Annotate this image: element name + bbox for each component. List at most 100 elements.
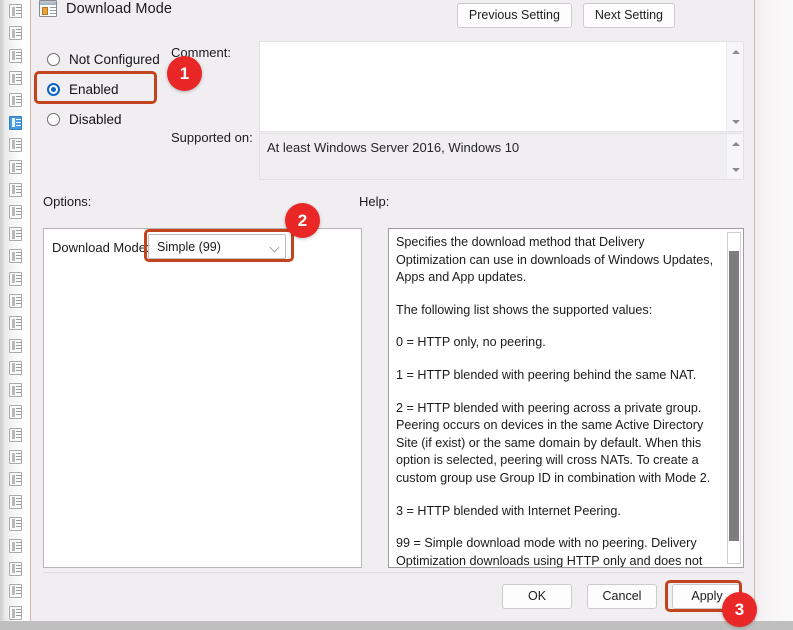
annotation-badge-3: 3 (722, 592, 757, 627)
policy-tree-item[interactable] (0, 334, 30, 356)
policy-list-icon (9, 360, 22, 375)
policy-list-icon (9, 494, 22, 509)
comment-scrollbar[interactable] (726, 42, 743, 131)
policy-list-icon (9, 160, 22, 175)
help-paragraph: 99 = Simple download mode with no peerin… (396, 536, 703, 568)
policy-tree-item[interactable] (0, 513, 30, 535)
radio-option-disabled[interactable]: Disabled (43, 109, 160, 130)
supported-on-field[interactable]: At least Windows Server 2016, Windows 10 (259, 133, 744, 180)
policy-tree-item[interactable] (0, 401, 30, 423)
policy-list-icon (9, 182, 22, 197)
supported-on-label: Supported on: (171, 130, 253, 145)
policy-tree-item[interactable] (0, 156, 30, 178)
radio-option-label: Disabled (69, 112, 122, 127)
scroll-up-icon[interactable] (727, 44, 744, 59)
policy-tree-item[interactable] (0, 379, 30, 401)
download-mode-value: Simple (99) (157, 239, 221, 254)
dialog-title-row: Download Mode (39, 0, 172, 17)
help-panel: Specifies the download method that Deliv… (388, 228, 744, 568)
previous-setting-button[interactable]: Previous Setting (456, 3, 572, 28)
radio-unchecked-icon[interactable] (47, 53, 60, 66)
policy-list-icon (9, 383, 22, 398)
policy-tree-item[interactable] (0, 245, 30, 267)
policy-list-icon (9, 539, 22, 554)
help-paragraph: The following list shows the supported v… (396, 302, 653, 317)
policy-list-icon (9, 48, 22, 63)
policy-list-icon (9, 472, 22, 487)
policy-state-radio-group[interactable]: Not Configured Enabled Disabled (43, 49, 160, 139)
next-setting-button[interactable]: Next Setting (582, 3, 675, 28)
policy-tree-item[interactable] (0, 535, 30, 557)
policy-list-icon (9, 227, 22, 242)
policy-tree-item[interactable] (0, 491, 30, 513)
policy-list-icon (9, 137, 22, 152)
policy-list-icon (9, 26, 22, 41)
scroll-down-icon[interactable] (727, 162, 744, 177)
help-paragraph: Specifies the download method that Deliv… (396, 235, 714, 285)
ok-button[interactable]: OK (502, 584, 572, 609)
policy-list-icon (9, 316, 22, 331)
policy-tree-item[interactable] (0, 67, 30, 89)
options-panel: Download Mode: Simple (99) (43, 228, 362, 568)
download-mode-select[interactable]: Simple (99) (148, 234, 286, 259)
policy-tree-item[interactable] (0, 424, 30, 446)
policy-tree-item[interactable] (0, 357, 30, 379)
help-paragraph: 3 = HTTP blended with Internet Peering. (396, 503, 621, 518)
policy-tree-item[interactable] (0, 201, 30, 223)
supported-scrollbar[interactable] (726, 134, 743, 179)
policy-tree-item[interactable] (0, 580, 30, 602)
help-scrollbar-thumb[interactable] (729, 251, 739, 541)
page-title: Download Mode (66, 0, 173, 17)
policy-tree-sidebar[interactable] (0, 0, 30, 621)
radio-option-not-configured[interactable]: Not Configured (43, 49, 160, 70)
policy-list-icon (9, 93, 22, 108)
policy-tree-item[interactable] (0, 602, 30, 621)
comment-input[interactable] (259, 41, 744, 132)
cancel-button[interactable]: Cancel (587, 584, 657, 609)
screenshot-root: Download Mode Previous Setting Next Sett… (0, 0, 793, 630)
policy-list-icon (9, 516, 22, 531)
download-mode-dialog: Download Mode Previous Setting Next Sett… (30, 0, 755, 621)
dialog-footer: OK Cancel Apply (502, 584, 742, 609)
policy-tree-item[interactable] (0, 268, 30, 290)
policy-list-icon (9, 583, 22, 598)
policy-tree-item[interactable] (0, 178, 30, 200)
policy-list-icon (9, 561, 22, 576)
radio-option-label: Not Configured (69, 52, 160, 67)
policy-tree-item[interactable] (0, 134, 30, 156)
chevron-down-icon (270, 244, 279, 250)
radio-checked-icon[interactable] (47, 83, 60, 96)
policy-list-icon (9, 338, 22, 353)
policy-list-icon (9, 115, 22, 130)
policy-tree-item[interactable] (0, 290, 30, 312)
help-paragraph: 1 = HTTP blended with peering behind the… (396, 367, 697, 382)
annotation-badge-1: 1 (167, 56, 202, 91)
policy-tree-item[interactable] (0, 223, 30, 245)
policy-list-icon (9, 249, 22, 264)
policy-tree-item[interactable] (0, 0, 30, 22)
help-paragraph: 0 = HTTP only, no peering. (396, 335, 546, 350)
help-paragraph: 2 = HTTP blended with peering across a p… (396, 400, 711, 485)
policy-tree-item[interactable] (0, 557, 30, 579)
policy-tree-item[interactable] (0, 468, 30, 490)
scroll-up-icon[interactable] (727, 136, 744, 151)
radio-unchecked-icon[interactable] (47, 113, 60, 126)
policy-setting-icon (39, 0, 57, 17)
help-scrollbar[interactable] (727, 232, 741, 564)
policy-tree-item[interactable] (0, 22, 30, 44)
policy-tree-item[interactable] (0, 45, 30, 67)
options-section-label: Options: (43, 194, 92, 209)
policy-list-icon (9, 450, 22, 465)
radio-option-label: Enabled (69, 82, 119, 97)
desktop-background-bottom (0, 621, 793, 630)
policy-tree-item[interactable] (0, 89, 30, 111)
policy-list-icon (9, 606, 22, 621)
policy-tree-item[interactable] (0, 111, 30, 134)
policy-tree-item[interactable] (0, 446, 30, 468)
policy-list-icon (9, 294, 22, 308)
desktop-background-right (755, 0, 793, 621)
radio-option-enabled[interactable]: Enabled (43, 79, 160, 100)
footer-divider (43, 572, 744, 573)
policy-tree-item[interactable] (0, 312, 30, 334)
scroll-down-icon[interactable] (727, 114, 744, 129)
